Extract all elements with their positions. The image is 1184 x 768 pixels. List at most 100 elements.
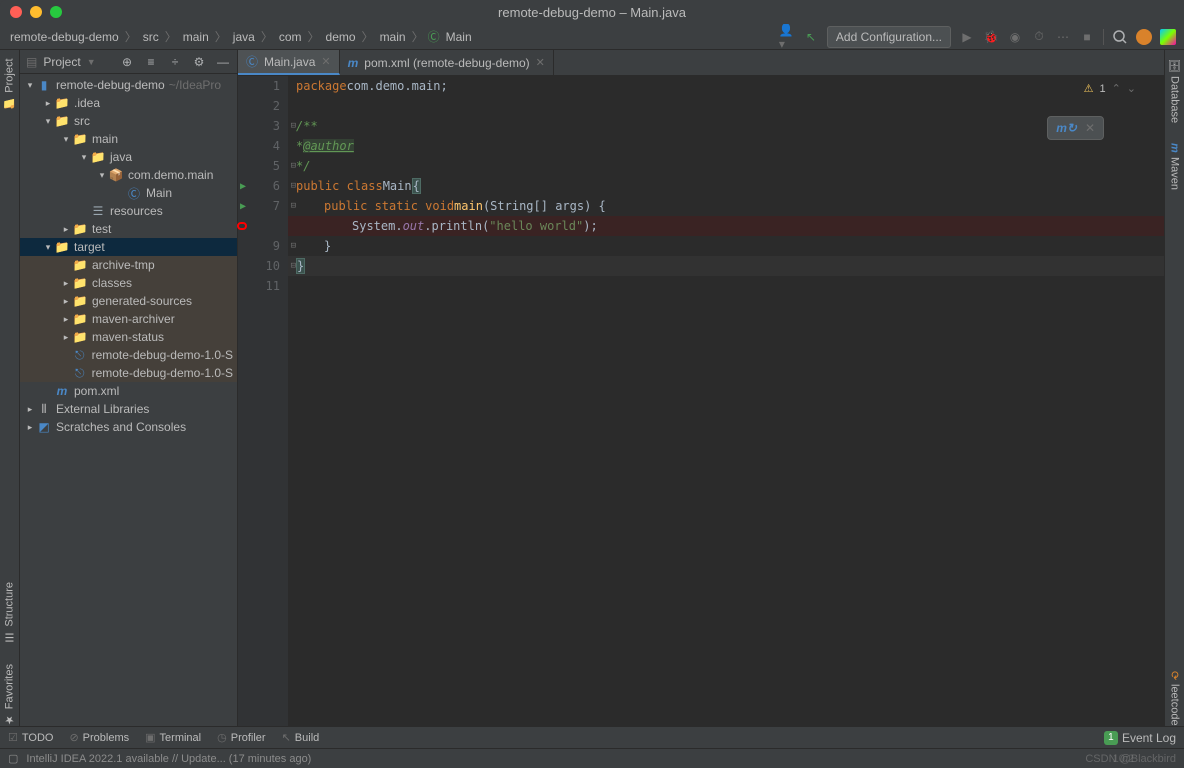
btab-event-log[interactable]: 1 Event Log (1104, 731, 1176, 745)
crumb-src[interactable]: src (141, 30, 161, 44)
line-number: 4 (273, 139, 280, 153)
editor-tabs: Ⓒ Main.java ✕ m pom.xml (remote-debug-de… (238, 50, 1164, 76)
tree-archive-tmp[interactable]: ▸📁archive-tmp (20, 256, 237, 274)
project-panel-icon: ▤ (26, 55, 37, 69)
add-configuration-button[interactable]: Add Configuration... (827, 26, 951, 48)
rail-database[interactable]: 🗄Database (1168, 58, 1181, 123)
traffic-lights (0, 6, 62, 18)
tree-jar2[interactable]: ▸⎋remote-debug-demo-1.0-S (20, 364, 237, 382)
fold-icon[interactable]: ⊟ (291, 161, 296, 171)
btab-build[interactable]: ↖Build (282, 731, 320, 744)
crumb-project[interactable]: remote-debug-demo (8, 30, 121, 44)
profiler-icon: ◷ (217, 731, 227, 744)
crumb-com[interactable]: com (277, 30, 304, 44)
rail-project[interactable]: 📁Project (3, 58, 16, 110)
btab-problems[interactable]: ⊘Problems (69, 731, 129, 744)
maven-reload-panel[interactable]: m↻ ✕ (1047, 116, 1104, 140)
chevron-up-icon[interactable]: ⌃ (1112, 82, 1121, 95)
hammer-icon[interactable]: ↖ (803, 29, 819, 45)
rail-leetcode[interactable]: ⟳leetcode (1168, 671, 1181, 726)
maven-icon: m (348, 56, 359, 70)
crumb-java[interactable]: java (231, 30, 257, 44)
fold-icon[interactable]: ⊟ (291, 261, 296, 271)
tree-resources[interactable]: ▸☰resources (20, 202, 237, 220)
status-icon[interactable]: ▢ (8, 752, 18, 765)
tree-maven-status[interactable]: ▸📁maven-status (20, 328, 237, 346)
run-gutter-icon[interactable]: ▶ (240, 181, 246, 192)
profiler-icon[interactable]: ⏱ (1031, 29, 1047, 45)
fold-icon[interactable]: ⊟ (291, 121, 296, 131)
avatar-icon[interactable] (1136, 29, 1152, 45)
tree-jar1[interactable]: ▸⎋remote-debug-demo-1.0-S (20, 346, 237, 364)
tab-pom-xml[interactable]: m pom.xml (remote-debug-demo) ✕ (340, 50, 554, 75)
crumb-main[interactable]: main (181, 30, 211, 44)
hide-panel-icon[interactable]: — (215, 54, 231, 70)
maven-reload-icon[interactable]: m↻ (1056, 121, 1077, 135)
select-opened-icon[interactable]: ⊕ (119, 54, 135, 70)
fold-icon[interactable]: ⊟ (291, 201, 296, 211)
btab-todo[interactable]: ☑TODO (8, 731, 53, 744)
chevron-down-icon[interactable]: ⌄ (1127, 82, 1136, 95)
rail-structure[interactable]: ☰Structure (3, 582, 16, 644)
editor-inspection[interactable]: ⚠ 1 ⌃ ⌄ (1084, 82, 1136, 95)
gutter[interactable]: 1 2 3⊟ 4 5⊟ ▶6⊟ ▶7⊟ 8 9⊟ 10⊟ 11 (238, 76, 288, 726)
dropdown-arrow-icon[interactable]: ▼ (87, 57, 96, 67)
tree-src[interactable]: ▾📁src (20, 112, 237, 130)
stop-icon[interactable]: ■ (1079, 29, 1095, 45)
btab-profiler[interactable]: ◷Profiler (217, 731, 265, 744)
tree-main[interactable]: ▾📁main (20, 130, 237, 148)
close-tab-icon[interactable]: ✕ (321, 55, 330, 68)
caret-position[interactable]: 10:2 (1113, 753, 1134, 765)
line-number: 3 (273, 119, 280, 133)
run-gutter-icon[interactable]: ▶ (240, 201, 246, 212)
terminal-icon: ▣ (145, 731, 155, 744)
status-message[interactable]: IntelliJ IDEA 2022.1 available // Update… (26, 753, 311, 765)
fold-icon[interactable]: ⊟ (291, 241, 296, 251)
debug-icon[interactable]: 🐞 (983, 29, 999, 45)
btab-terminal[interactable]: ▣Terminal (145, 731, 201, 744)
tree-pom[interactable]: ▸mpom.xml (20, 382, 237, 400)
project-panel-label[interactable]: Project (43, 55, 80, 69)
tree-pkg[interactable]: ▾📦com.demo.main (20, 166, 237, 184)
rail-favorites[interactable]: ★Favorites (3, 664, 16, 726)
statusbar: ▢ IntelliJ IDEA 2022.1 available // Upda… (0, 748, 1184, 768)
titlebar: remote-debug-demo – Main.java (0, 0, 1184, 24)
tab-main-java[interactable]: Ⓒ Main.java ✕ (238, 50, 340, 75)
collapse-all-icon[interactable]: ÷ (167, 54, 183, 70)
minimize-window-button[interactable] (30, 6, 42, 18)
maximize-window-button[interactable] (50, 6, 62, 18)
crumb-demo[interactable]: demo (324, 30, 358, 44)
code-with-me-icon[interactable] (1160, 29, 1176, 45)
tree-scratches[interactable]: ▸◩Scratches and Consoles (20, 418, 237, 436)
coverage-icon[interactable]: ◉ (1007, 29, 1023, 45)
expand-all-icon[interactable]: ≡ (143, 54, 159, 70)
close-icon[interactable]: ✕ (1085, 121, 1095, 135)
tree-ext-lib[interactable]: ▸⫴External Libraries (20, 400, 237, 418)
close-tab-icon[interactable]: ✕ (536, 56, 545, 69)
tree-target[interactable]: ▾📁target (20, 238, 237, 256)
right-rail: 🗄Database mMaven ⟳leetcode (1164, 50, 1184, 726)
editor-body[interactable]: 1 2 3⊟ 4 5⊟ ▶6⊟ ▶7⊟ 8 9⊟ 10⊟ 11 package … (238, 76, 1164, 726)
tree-idea[interactable]: ▸📁.idea (20, 94, 237, 112)
tree-root[interactable]: ▾▮remote-debug-demo~/IdeaPro (20, 76, 237, 94)
search-icon[interactable] (1112, 29, 1128, 45)
fold-icon[interactable]: ⊟ (291, 181, 296, 191)
user-icon[interactable]: 👤▾ (779, 29, 795, 45)
code[interactable]: package com.demo.main; /** * @author */ … (288, 76, 1164, 726)
crumb-mainpkg[interactable]: main (378, 30, 408, 44)
tree-java[interactable]: ▾📁java (20, 148, 237, 166)
attach-icon[interactable]: ⋯ (1055, 29, 1071, 45)
gear-icon[interactable]: ⚙ (191, 54, 207, 70)
tree-generated-sources[interactable]: ▸📁generated-sources (20, 292, 237, 310)
breadcrumbs: remote-debug-demo〉 src〉 main〉 java〉 com〉… (8, 28, 474, 45)
tree-maven-archiver[interactable]: ▸📁maven-archiver (20, 310, 237, 328)
crumb-class[interactable]: Main (444, 30, 474, 44)
rail-maven[interactable]: mMaven (1169, 143, 1181, 190)
tree-test[interactable]: ▸📁test (20, 220, 237, 238)
bottom-tabs: ☑TODO ⊘Problems ▣Terminal ◷Profiler ↖Bui… (0, 726, 1184, 748)
close-window-button[interactable] (10, 6, 22, 18)
tree-main-class[interactable]: ▸ⒸMain (20, 184, 237, 202)
line-number: 9 (273, 239, 280, 253)
tree-classes[interactable]: ▸📁classes (20, 274, 237, 292)
run-icon[interactable]: ▶ (959, 29, 975, 45)
